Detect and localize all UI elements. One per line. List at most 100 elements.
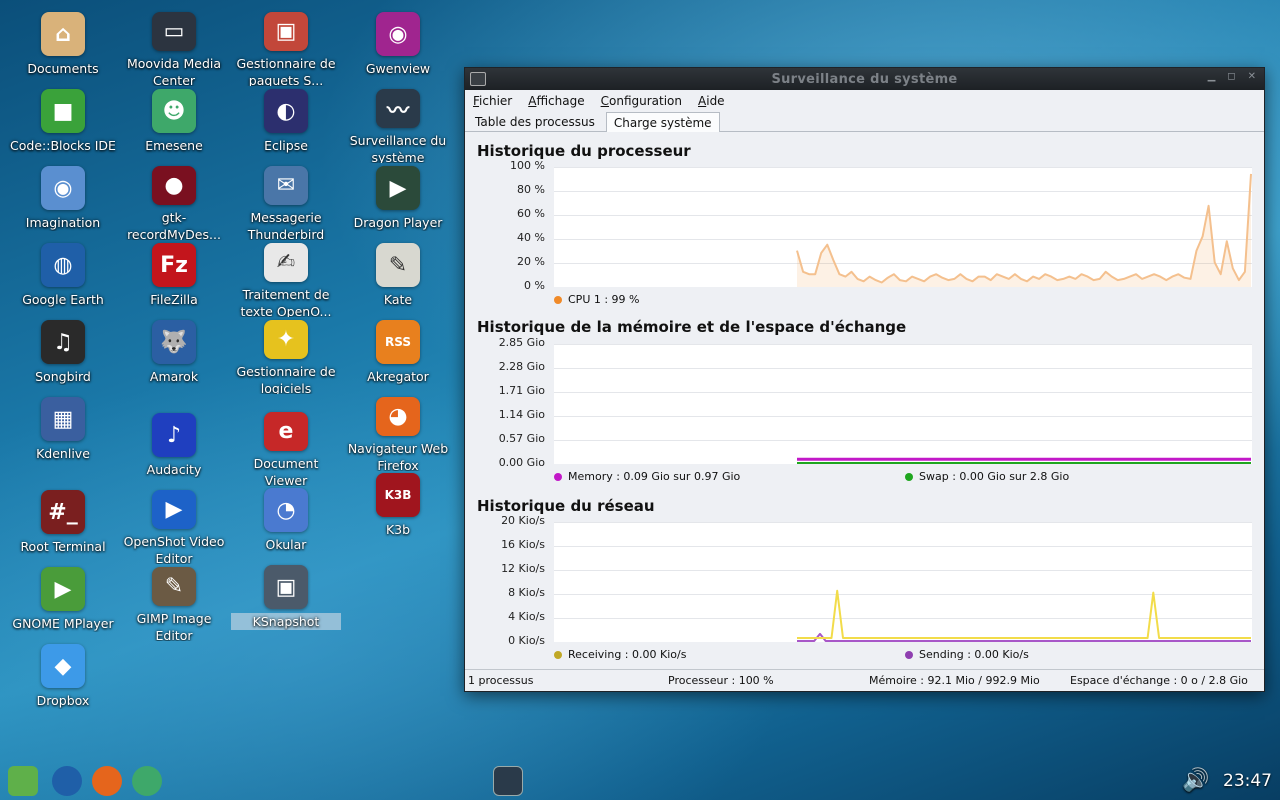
tab-system-load[interactable]: Charge système (605, 112, 720, 132)
desktop-icon-label: Amarok (149, 369, 199, 384)
songbird-icon: ♫ (41, 320, 85, 364)
akregator-icon: RSS (376, 320, 420, 364)
gwenview-icon: ◉ (376, 12, 420, 56)
desktop-icon-openshot[interactable]: ▶ OpenShot Video Editor (119, 490, 229, 564)
emesene-icon[interactable] (132, 766, 162, 796)
google-earth-icon[interactable] (52, 766, 82, 796)
moovida-icon: ▭ (152, 12, 196, 52)
desktop-icon-audacity[interactable]: ♪ Audacity (119, 413, 229, 487)
desktop-icon-codeblocks[interactable]: ■ Code::Blocks IDE (8, 89, 118, 163)
menu-aide[interactable]: Aide (698, 94, 725, 108)
clock[interactable]: 23:47 (1223, 771, 1272, 791)
menu-affichage[interactable]: Affichage (528, 94, 584, 108)
openshot-icon: ▶ (152, 490, 196, 530)
menu-configuration[interactable]: Configuration (601, 94, 682, 108)
audacity-icon: ♪ (152, 413, 196, 457)
status-memory: Mémoire : 92.1 Mio / 992.9 Mio (869, 674, 1040, 687)
desktop-icon-label: KSnapshot (231, 613, 341, 630)
desktop-icon-songbird[interactable]: ♫ Songbird (8, 320, 118, 394)
desktop-icon-thunderbird[interactable]: ✉ Messagerie Thunderbird (231, 166, 341, 240)
desktop-icon-openoffice-writer[interactable]: ✍ Traitement de texte OpenO... (231, 243, 341, 317)
desktop-icon-firefox[interactable]: ◕ Navigateur Web Firefox (343, 397, 453, 471)
desktop-icon-kdenlive[interactable]: ▦ Kdenlive (8, 397, 118, 471)
network-ytick: 4 Kio/s (508, 610, 545, 623)
cpu-ytick: 20 % (517, 255, 545, 268)
status-cpu: Processeur : 100 % (668, 674, 774, 687)
status-swap: Espace d'échange : 0 o / 2.8 Gio (1070, 674, 1248, 687)
swap-legend-label: Swap : 0.00 Gio sur 2.8 Gio (919, 470, 1070, 483)
desktop-icon-label: Dropbox (36, 693, 90, 708)
desktop-icon-label: gtk-recordMyDes... (127, 210, 221, 240)
desktop-icon-label: Google Earth (22, 292, 104, 307)
desktop-icon-akregator[interactable]: RSS Akregator (343, 320, 453, 394)
desktop-icon-terminal[interactable]: #_ Root Terminal (8, 490, 118, 564)
desktop-icon-amarok[interactable]: 🐺 Amarok (119, 320, 229, 394)
swap-legend: Swap : 0.00 Gio sur 2.8 Gio (905, 470, 1069, 483)
desktop-icon-kate[interactable]: ✎ Kate (343, 243, 453, 317)
desktop-icon-package-manager[interactable]: ▣ Gestionnaire de paquets S... (231, 12, 341, 86)
desktop-icon-document-viewer[interactable]: e Document Viewer (231, 412, 341, 486)
system-monitor-window[interactable]: Surveillance du système ▁ ◻ ✕ Fichier Af… (464, 67, 1265, 692)
desktop-icon-imagination[interactable]: ◉ Imagination (8, 166, 118, 240)
desktop-icon-recordmydesktop[interactable]: ● gtk-recordMyDes... (119, 166, 229, 240)
menu-fichier[interactable]: Fichier (473, 94, 512, 108)
k3b-icon: K3B (376, 473, 420, 517)
desktop-icon-google-earth[interactable]: ◍ Google Earth (8, 243, 118, 317)
desktop-icon-filezilla[interactable]: Fz FileZilla (119, 243, 229, 317)
dropbox-icon: ◆ (41, 644, 85, 688)
desktop-icon-label: Eclipse (264, 138, 308, 153)
system-monitor-icon: 〰 (376, 89, 420, 129)
firefox-icon[interactable] (92, 766, 122, 796)
desktop-icon-ksnapshot[interactable]: ▣ KSnapshot (231, 565, 341, 639)
close-icon[interactable]: ✕ (1248, 71, 1256, 82)
tab-process-table[interactable]: Table des processus (468, 112, 602, 131)
desktop-icon-dropbox[interactable]: ◆ Dropbox (8, 644, 118, 718)
desktop-icon-label: GNOME MPlayer (12, 616, 114, 631)
desktop-icon-label: Root Terminal (20, 539, 106, 554)
desktop-icon-gwenview[interactable]: ◉ Gwenview (343, 12, 453, 86)
codeblocks-icon: ■ (41, 89, 85, 133)
memory-ytick: 0.57 Gio (498, 432, 545, 445)
system-monitor-icon[interactable] (493, 766, 523, 796)
memory-panel: Historique de la mémoire et de l'espace … (465, 316, 1266, 486)
desktop-icon-label: Songbird (35, 369, 91, 384)
desktop-icon-okular[interactable]: ◔ Okular (231, 488, 341, 562)
desktop-icon-eclipse[interactable]: ◐ Eclipse (231, 89, 341, 163)
memory-chart (554, 344, 1252, 465)
maximize-icon[interactable]: ◻ (1227, 71, 1235, 82)
desktop-icon-label: Gestionnaire de paquets S... (236, 56, 336, 86)
home-icon: ⌂ (41, 12, 85, 56)
status-bar: 1 processus Processeur : 100 % Mémoire :… (465, 669, 1264, 691)
mint-menu-icon[interactable] (8, 766, 38, 796)
desktop-icon-software-manager[interactable]: ✦ Gestionnaire de logiciels (231, 320, 341, 394)
desktop-icon-label: Gestionnaire de logiciels (236, 364, 336, 394)
thunderbird-icon: ✉ (264, 166, 308, 206)
desktop-icon-label: Audacity (146, 462, 202, 477)
eclipse-icon: ◐ (264, 89, 308, 133)
minimize-icon[interactable]: ▁ (1208, 71, 1216, 82)
package-manager-icon: ▣ (264, 12, 308, 52)
desktop-icon-system-monitor[interactable]: 〰 Surveillance du système (343, 89, 453, 163)
speaker-icon[interactable]: 🔊 (1182, 768, 1209, 793)
sending-legend-label: Sending : 0.00 Kio/s (919, 648, 1029, 661)
swap-legend-dot (905, 472, 913, 481)
network-ytick: 8 Kio/s (508, 586, 545, 599)
taskbar: 🔊 23:47 (0, 762, 1280, 800)
desktop-icon-emesene[interactable]: ☻ Emesene (119, 89, 229, 163)
desktop-icon-label: FileZilla (150, 292, 198, 307)
receiving-legend-label: Receiving : 0.00 Kio/s (568, 648, 687, 661)
kdenlive-icon: ▦ (41, 397, 85, 441)
desktop-icon-gimp[interactable]: ✎ GIMP Image Editor (119, 567, 229, 641)
desktop-icon-dragon-player[interactable]: ▶ Dragon Player (343, 166, 453, 240)
memory-title: Historique de la mémoire et de l'espace … (477, 318, 907, 336)
receiving-series-line (797, 589, 1251, 639)
desktop-icon-k3b[interactable]: K3B K3b (343, 473, 453, 547)
gimp-icon: ✎ (152, 567, 196, 607)
title-bar[interactable]: Surveillance du système ▁ ◻ ✕ (465, 68, 1264, 90)
desktop-icon-moovida[interactable]: ▭ Moovida Media Center (119, 12, 229, 86)
desktop-icon-home[interactable]: ⌂ Documents (8, 12, 118, 86)
desktop-icon-mplayer[interactable]: ▶ GNOME MPlayer (8, 567, 118, 641)
cpu-panel: Historique du processeur 100 % 80 % 60 %… (465, 140, 1266, 308)
desktop-icon-label: Kdenlive (36, 446, 90, 461)
desktop-icon-label: Navigateur Web Firefox (347, 441, 449, 471)
